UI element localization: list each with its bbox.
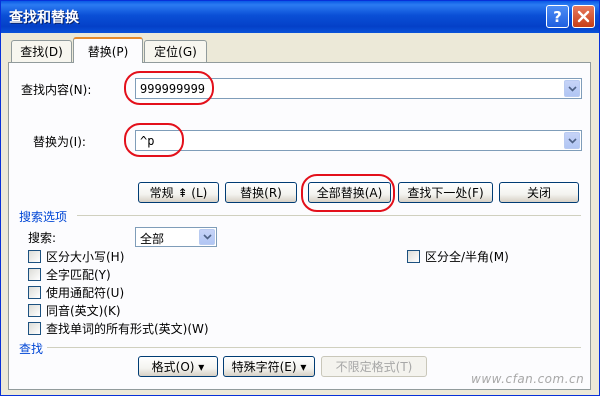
sounds-like-checkbox[interactable] [28, 304, 41, 317]
find-section-divider [47, 347, 581, 348]
close-window-button[interactable] [572, 5, 595, 28]
chevron-down-icon [567, 85, 577, 92]
normal-less-button[interactable]: 常规 ⇞ (L) [138, 182, 219, 203]
find-replace-dialog: 查找和替换 ? 查找(D) 替换(P) 定位(G) 查找内容(N): 99999… [0, 0, 600, 396]
title-bar: 查找和替换 ? [1, 1, 599, 33]
match-width-label: 区分全/半角(M) [425, 250, 509, 264]
replace-dropdown-button[interactable] [564, 132, 580, 149]
find-what-value: 999999999 [140, 82, 206, 96]
search-direction-value: 全部 [140, 232, 165, 246]
wildcards-checkbox[interactable] [28, 286, 41, 299]
replace-button[interactable]: 替换(R) [225, 182, 297, 203]
tab-find-label: 查找(D) [20, 45, 63, 59]
tab-goto-label: 定位(G) [154, 45, 197, 59]
all-word-forms-label: 查找单词的所有形式(英文)(W) [46, 322, 209, 336]
format-button[interactable]: 格式(O) ▾ [138, 356, 218, 377]
match-case-label: 区分大小写(H) [46, 250, 125, 264]
chevron-down-icon [202, 234, 212, 240]
help-icon: ? [553, 7, 562, 26]
find-what-label: 查找内容(N): [21, 83, 92, 97]
close-button[interactable]: 关闭 [499, 182, 579, 203]
replace-with-value: ^p [140, 134, 155, 148]
chevron-down-icon [567, 137, 577, 144]
tab-panel [8, 62, 591, 390]
sounds-like-label: 同音(英文)(K) [46, 304, 121, 318]
help-button[interactable]: ? [546, 5, 569, 28]
replace-all-button[interactable]: 全部替换(A) [308, 182, 391, 203]
search-direction-select[interactable]: 全部 [135, 227, 217, 247]
find-dropdown-button[interactable] [564, 80, 580, 97]
match-case-checkbox[interactable] [28, 250, 41, 263]
search-direction-label: 搜索: [28, 231, 57, 245]
window-title: 查找和替换 [9, 10, 79, 26]
close-icon [577, 10, 590, 23]
tab-goto[interactable]: 定位(G) [144, 40, 207, 62]
search-options-title: 搜索选项 [19, 210, 68, 224]
replace-with-input[interactable]: ^p [135, 130, 582, 151]
find-what-input[interactable]: 999999999 [135, 78, 582, 99]
all-word-forms-checkbox[interactable] [28, 322, 41, 335]
wildcards-label: 使用通配符(U) [46, 286, 125, 300]
tab-find[interactable]: 查找(D) [11, 40, 72, 62]
watermark: www.cfan.com.cn [471, 372, 585, 386]
match-width-checkbox[interactable] [407, 250, 420, 263]
special-button[interactable]: 特殊字符(E) ▾ [223, 356, 315, 377]
search-direction-dropdown[interactable] [199, 229, 215, 245]
find-section-title: 查找 [19, 342, 44, 356]
no-formatting-button: 不限定格式(T) [321, 356, 427, 377]
tab-replace-label: 替换(P) [87, 44, 129, 59]
whole-word-label: 全字匹配(Y) [46, 268, 111, 282]
replace-with-label: 替换为(I): [33, 135, 86, 149]
search-options-divider [77, 215, 581, 216]
find-next-button[interactable]: 查找下一处(F) [398, 182, 493, 203]
whole-word-checkbox[interactable] [28, 268, 41, 281]
tab-replace[interactable]: 替换(P) [73, 37, 143, 63]
